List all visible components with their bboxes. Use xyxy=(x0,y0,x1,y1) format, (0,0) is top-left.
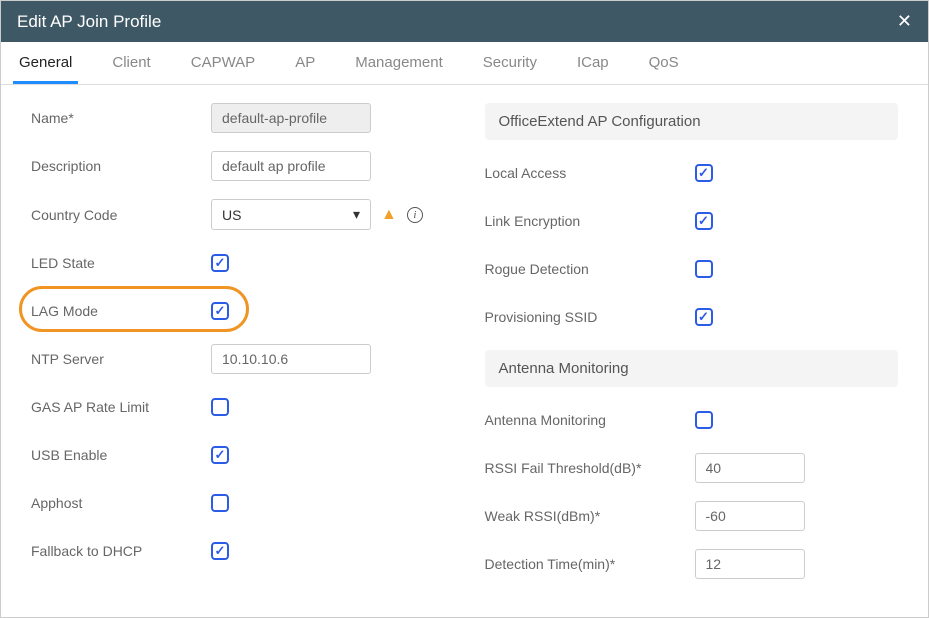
antenna-monitoring-checkbox[interactable] xyxy=(695,411,713,429)
gas-rate-limit-checkbox[interactable] xyxy=(211,398,229,416)
weak-rssi-input[interactable] xyxy=(695,501,805,531)
warning-icon: ▲ xyxy=(381,206,397,224)
tabs: General Client CAPWAP AP Management Secu… xyxy=(1,42,928,85)
link-encryption-checkbox[interactable] xyxy=(695,212,713,230)
tab-capwap[interactable]: CAPWAP xyxy=(185,42,261,84)
detection-time-input[interactable] xyxy=(695,549,805,579)
description-input[interactable] xyxy=(211,151,371,181)
weak-rssi-label: Weak RSSI(dBm)* xyxy=(485,508,695,524)
lag-mode-checkbox[interactable] xyxy=(211,302,229,320)
left-column: Name* Description Country Code US ▾ xyxy=(31,103,445,597)
tab-management[interactable]: Management xyxy=(349,42,449,84)
tab-client[interactable]: Client xyxy=(106,42,156,84)
led-state-checkbox[interactable] xyxy=(211,254,229,272)
usb-enable-label: USB Enable xyxy=(31,447,211,463)
ntp-server-input[interactable] xyxy=(211,344,371,374)
antenna-monitoring-section-header: Antenna Monitoring xyxy=(485,350,899,387)
provisioning-ssid-label: Provisioning SSID xyxy=(485,309,695,325)
rssi-fail-threshold-label: RSSI Fail Threshold(dB)* xyxy=(485,460,695,476)
link-encryption-label: Link Encryption xyxy=(485,213,695,229)
name-input[interactable] xyxy=(211,103,371,133)
antenna-monitoring-label: Antenna Monitoring xyxy=(485,412,695,428)
rssi-fail-threshold-input[interactable] xyxy=(695,453,805,483)
edit-ap-join-profile-modal: Edit AP Join Profile ✕ General Client CA… xyxy=(0,0,929,618)
tab-security[interactable]: Security xyxy=(477,42,543,84)
fallback-dhcp-label: Fallback to DHCP xyxy=(31,543,211,559)
tab-qos[interactable]: QoS xyxy=(643,42,685,84)
detection-time-label: Detection Time(min)* xyxy=(485,556,695,572)
info-icon[interactable]: i xyxy=(407,207,423,223)
ntp-server-label: NTP Server xyxy=(31,351,211,367)
country-code-select[interactable]: US ▾ xyxy=(211,199,371,230)
rogue-detection-checkbox[interactable] xyxy=(695,260,713,278)
officeextend-section-header: OfficeExtend AP Configuration xyxy=(485,103,899,140)
tab-ap[interactable]: AP xyxy=(289,42,321,84)
modal-body: Name* Description Country Code US ▾ xyxy=(1,85,928,617)
local-access-checkbox[interactable] xyxy=(695,164,713,182)
apphost-checkbox[interactable] xyxy=(211,494,229,512)
tab-general[interactable]: General xyxy=(13,42,78,84)
apphost-label: Apphost xyxy=(31,495,211,511)
modal-title: Edit AP Join Profile xyxy=(17,12,161,32)
country-code-label: Country Code xyxy=(31,207,211,223)
rogue-detection-label: Rogue Detection xyxy=(485,261,695,277)
fallback-dhcp-checkbox[interactable] xyxy=(211,542,229,560)
country-code-value: US xyxy=(222,207,241,223)
close-icon[interactable]: ✕ xyxy=(897,11,912,32)
chevron-down-icon: ▾ xyxy=(353,206,360,223)
local-access-label: Local Access xyxy=(485,165,695,181)
name-label: Name* xyxy=(31,110,211,126)
modal-header: Edit AP Join Profile ✕ xyxy=(1,1,928,42)
provisioning-ssid-checkbox[interactable] xyxy=(695,308,713,326)
gas-rate-limit-label: GAS AP Rate Limit xyxy=(31,399,211,415)
tab-icap[interactable]: ICap xyxy=(571,42,615,84)
usb-enable-checkbox[interactable] xyxy=(211,446,229,464)
description-label: Description xyxy=(31,158,211,174)
right-column: OfficeExtend AP Configuration Local Acce… xyxy=(485,103,899,597)
lag-mode-label: LAG Mode xyxy=(31,303,211,319)
led-state-label: LED State xyxy=(31,255,211,271)
